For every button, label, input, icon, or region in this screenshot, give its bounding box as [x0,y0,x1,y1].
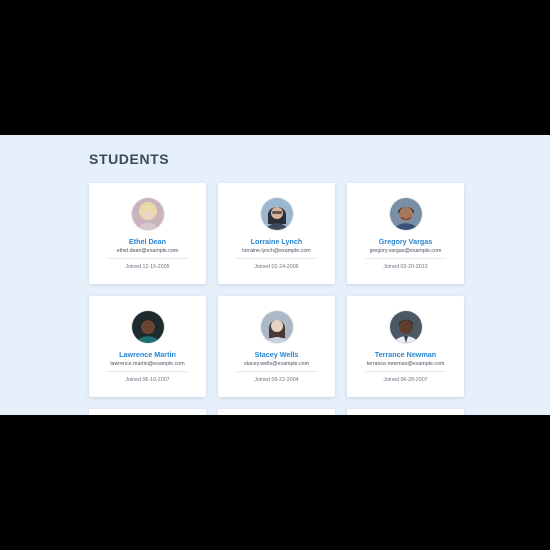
student-card[interactable]: Terrance Newman terrance.newman@example.… [347,296,464,397]
divider [107,371,188,372]
divider [236,258,317,259]
joined-date: Joined 06-10-2007 [125,377,170,383]
divider [365,371,446,372]
student-grid: Ethel Dean ethel.dean@example.com Joined… [89,183,465,415]
divider [107,258,188,259]
avatar [131,311,164,343]
joined-date: Joined 02-24-2006 [254,264,299,270]
student-name[interactable]: Stacey Wells [218,350,335,359]
joined-date: Joined 06-28-2007 [383,377,428,383]
student-name[interactable]: Gregory Vargas [347,237,464,246]
student-name[interactable]: Lorraine Lynch [218,237,335,246]
student-card[interactable] [89,409,206,415]
student-email: stacey.wells@example.com [243,361,310,367]
student-email: lawrence.martin@example.com [110,361,185,367]
student-card[interactable]: Ethel Dean ethel.dean@example.com Joined… [89,183,206,284]
avatar [260,198,293,230]
joined-date: Joined 09-22-2004 [254,377,299,383]
divider [365,258,446,259]
joined-date: Joined 03-20-2013 [383,264,428,270]
student-card[interactable]: Lawrence Martin lawrence.martin@example.… [89,296,206,397]
student-email: lorraine.lynch@example.com [242,248,311,254]
student-card[interactable]: Lorraine Lynch lorraine.lynch@example.co… [218,183,335,284]
avatar [389,311,422,343]
student-name[interactable]: Ethel Dean [89,237,206,246]
avatar [131,198,164,230]
student-name[interactable]: Lawrence Martin [89,350,206,359]
page-title: STUDENTS [89,151,170,167]
student-card[interactable] [218,409,335,415]
student-card[interactable]: Stacey Wells stacey.wells@example.com Jo… [218,296,335,397]
student-card[interactable] [347,409,464,415]
student-card[interactable]: Gregory Vargas gregory.vargas@example.co… [347,183,464,284]
avatar [389,198,422,230]
student-email: ethel.dean@example.com [116,248,179,254]
divider [236,371,317,372]
student-name[interactable]: Terrance Newman [347,350,464,359]
student-email: gregory.vargas@example.com [369,248,442,254]
avatar [260,311,293,343]
student-email: terrance.newman@example.com [366,361,445,367]
joined-date: Joined 12-15-2005 [125,264,170,270]
students-page: STUDENTS Ethel Dean ethel.dean@example.c… [0,135,550,415]
